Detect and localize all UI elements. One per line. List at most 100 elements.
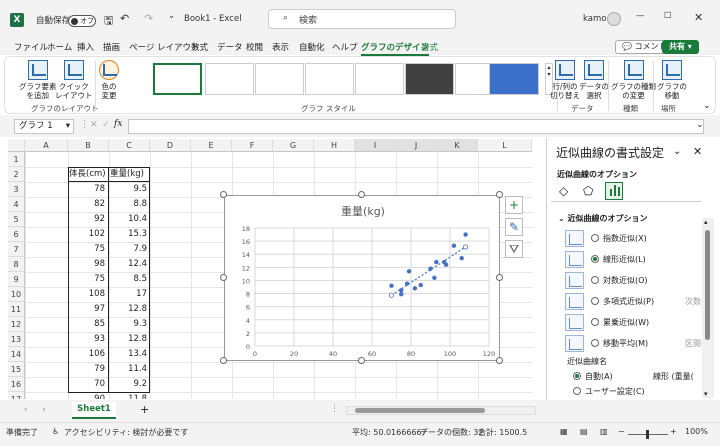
pane-scrollbar[interactable]: ▴ ▾: [702, 218, 714, 398]
quick-layout-button[interactable]: クイック レイアウト: [55, 60, 93, 100]
data-point[interactable]: [459, 255, 464, 261]
chart-style-3[interactable]: [255, 63, 304, 95]
move-chart-button[interactable]: グラフの 移動: [657, 60, 687, 100]
row-header-5[interactable]: 5: [8, 212, 25, 227]
name-box[interactable]: グラフ 1 ▾: [14, 119, 74, 134]
horizontal-scrollbar[interactable]: [346, 406, 536, 415]
add-chart-element-button[interactable]: グラフ要素 を追加: [19, 60, 57, 100]
section-header[interactable]: ⌄ 近似曲線のオプション: [558, 213, 648, 224]
cell-b2-header[interactable]: 体長(cm): [69, 167, 108, 182]
data-point[interactable]: [434, 259, 439, 265]
menu-formulas[interactable]: 数式: [191, 41, 208, 53]
data-point[interactable]: [451, 243, 457, 248]
zoom-slider[interactable]: [628, 430, 668, 439]
user-name[interactable]: kamo: [583, 14, 606, 24]
data-point[interactable]: [418, 282, 423, 288]
chart-style-4[interactable]: [305, 63, 354, 95]
row-header-12[interactable]: 12: [8, 317, 25, 332]
col-header-b[interactable]: B: [68, 139, 109, 152]
row-header-10[interactable]: 10: [8, 287, 25, 302]
data-point[interactable]: [404, 281, 410, 286]
menu-draw[interactable]: 描画: [103, 41, 120, 53]
data-point[interactable]: [463, 232, 468, 237]
maximize-icon[interactable]: ☐: [664, 11, 672, 21]
col-header-l[interactable]: L: [478, 139, 532, 152]
status-count[interactable]: データの個数: 32: [420, 427, 483, 438]
data-point[interactable]: [399, 288, 404, 293]
cell-length[interactable]: 90: [69, 392, 108, 399]
chart-filter-icon[interactable]: ⛛: [505, 240, 523, 258]
chart-styles-brush-icon[interactable]: ✎: [505, 218, 523, 236]
row-header-3[interactable]: 3: [8, 182, 25, 197]
menu-help[interactable]: ヘルプ: [332, 41, 358, 53]
chart-style-5[interactable]: [355, 63, 404, 95]
formula-input[interactable]: [128, 119, 704, 134]
col-header-g[interactable]: G: [273, 139, 314, 152]
select-all-corner[interactable]: [8, 139, 25, 152]
add-sheet-icon[interactable]: +: [140, 403, 149, 416]
menu-data[interactable]: データ: [217, 41, 243, 53]
normal-view-icon[interactable]: ▦: [560, 427, 568, 436]
pane-options-icon[interactable]: ⌄: [673, 146, 681, 157]
menu-file[interactable]: ファイル: [14, 41, 48, 53]
menu-home[interactable]: ホーム: [47, 41, 72, 53]
data-point[interactable]: [399, 292, 404, 297]
row-header-13[interactable]: 13: [8, 332, 25, 347]
customize-qat-icon[interactable]: ⌄: [168, 11, 175, 21]
next-sheet-icon[interactable]: ›: [42, 405, 46, 415]
collapse-ribbon-icon[interactable]: ⌄: [703, 101, 711, 111]
row-header-2[interactable]: 2: [8, 167, 25, 182]
scatter-chart[interactable]: 重量(kg) 0 2 4 6 8 10 12 14 16 18 0 20 40 60 80 100 120: [224, 195, 500, 361]
expand-formula-icon[interactable]: ⌄: [696, 120, 704, 130]
row-header-6[interactable]: 6: [8, 227, 25, 242]
chart-style-6[interactable]: [405, 63, 454, 95]
chart-elements-plus-icon[interactable]: +: [505, 196, 523, 214]
col-header-e[interactable]: E: [191, 139, 232, 152]
col-header-d[interactable]: D: [150, 139, 191, 152]
zoom-level[interactable]: 100%: [685, 427, 708, 436]
close-icon[interactable]: ✕: [694, 11, 703, 24]
row-header-7[interactable]: 7: [8, 242, 25, 257]
pane-close-icon[interactable]: ✕: [693, 145, 702, 158]
row-header-9[interactable]: 9: [8, 272, 25, 287]
row-header-11[interactable]: 11: [8, 302, 25, 317]
data-point[interactable]: [412, 286, 418, 291]
avatar[interactable]: [607, 12, 621, 26]
col-header-a[interactable]: A: [25, 139, 68, 152]
col-header-j[interactable]: J: [396, 139, 437, 152]
data-point[interactable]: [441, 259, 447, 265]
search-box[interactable]: ⌕ 検索: [268, 9, 456, 29]
row-header-16[interactable]: 16: [8, 377, 25, 392]
chart-style-2[interactable]: [205, 63, 254, 95]
row-header-17[interactable]: 17: [8, 392, 25, 399]
col-header-k[interactable]: K: [437, 139, 478, 152]
status-sum[interactable]: 合計: 1500.5: [478, 427, 527, 438]
enter-icon[interactable]: ✓: [102, 120, 110, 130]
data-point[interactable]: [432, 275, 437, 281]
resize-handle[interactable]: [496, 274, 503, 281]
options-dropdown-chevron-icon[interactable]: ⌄: [623, 168, 630, 177]
accessibility-icon[interactable]: ♿: [52, 427, 59, 436]
chart-style-1[interactable]: [153, 63, 202, 95]
page-layout-view-icon[interactable]: ▤: [580, 427, 588, 436]
data-point[interactable]: [428, 266, 433, 271]
row-header-15[interactable]: 15: [8, 362, 25, 377]
row-header-8[interactable]: 8: [8, 257, 25, 272]
prev-sheet-icon[interactable]: ‹: [24, 405, 28, 415]
menu-chart-design[interactable]: グラフのデザイン: [361, 41, 430, 56]
resize-handle[interactable]: [220, 274, 227, 281]
col-header-i[interactable]: I: [355, 139, 396, 152]
sheet-tab-sheet1[interactable]: Sheet1: [72, 402, 116, 419]
zoom-in-icon[interactable]: +: [670, 427, 677, 436]
menu-format[interactable]: 書式: [421, 41, 438, 53]
menu-insert[interactable]: 挿入: [77, 41, 94, 53]
fx-icon[interactable]: fx: [114, 119, 122, 129]
change-color-button[interactable]: 色の 変更: [99, 60, 119, 100]
col-header-f[interactable]: F: [232, 139, 273, 152]
resize-handle[interactable]: [358, 191, 365, 198]
change-chart-type-button[interactable]: グラフの種類 の変更: [611, 60, 656, 100]
resize-handle[interactable]: [220, 357, 227, 364]
page-break-view-icon[interactable]: ▥: [600, 427, 608, 436]
chart-title[interactable]: 重量(kg): [341, 204, 385, 218]
menu-automate[interactable]: 自動化: [299, 41, 325, 53]
